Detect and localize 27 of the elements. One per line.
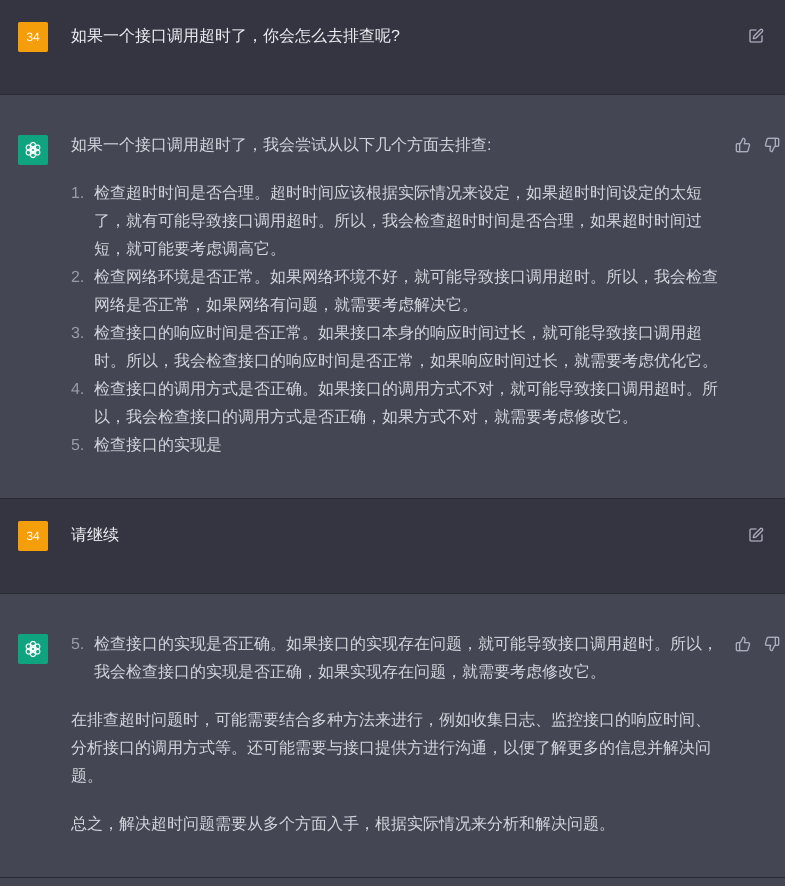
answer-paragraph: 总之，解决超时问题需要从多个方面入手，根据实际情况来分析和解决问题。 (71, 814, 616, 835)
thumbs-down-icon[interactable] (764, 137, 780, 153)
list-number: 5. (71, 436, 86, 456)
edit-icon[interactable] (748, 28, 764, 44)
answer-paragraph: 在排查超时问题时，可能需要结合多种方法来进行，例如收集日志、监控接口的响应时间、分析接口的调用方式等。还可能需要与接口提供方进行沟通，以便了解更多的信息并解决问题。 (71, 710, 712, 787)
answer-paragraph: 如果一个接口调用超时了，我会尝试从以下几个方面去排查: (71, 136, 492, 156)
thumbs-down-icon[interactable] (764, 636, 780, 652)
question-text: 如果一个接口调用超时了，你会怎么去排查呢? (71, 26, 401, 47)
list-number: 1. (71, 184, 86, 204)
list-number: 3. (71, 324, 86, 344)
thumbs-up-icon[interactable] (735, 137, 751, 153)
user-avatar: 34 (18, 521, 48, 551)
list-number: 5. (71, 635, 86, 655)
list-number: 2. (71, 268, 86, 288)
list-item-text: 检查接口的实现是 (94, 436, 223, 456)
edit-icon[interactable] (748, 527, 764, 543)
thumbs-up-icon[interactable] (735, 636, 751, 652)
list-item-text: 检查网络环境是否正常。如果网络环境不好，就可能导致接口调用超时。所以，我会检查网络是否正常，如果网络有问题，就需要考虑解决它。 (94, 268, 719, 316)
list-item-text: 检查接口的实现是否正确。如果接口的实现存在问题，就可能导致接口调用超时。所以，我会检查接口的实现是否正确，如果实现存在问题，就需要考虑修改它。 (94, 634, 719, 683)
list-item-text: 检查接口的调用方式是否正确。如果接口的调用方式不对，就可能导致接口调用超时。所以，我会检查接口的调用方式是否正确，如果方式不对，就需要考虑修改它。 (94, 380, 719, 428)
question-text: 请继续 (71, 526, 120, 546)
list-item-text: 检查接口的响应时间是否正常。如果接口本身的响应时间过长，就可能导致接口调用超时。所以，我会检查接口的响应时间是否正常，如果响应时间过长，就需要考虑优化它。 (94, 324, 719, 372)
logo-icon (23, 639, 43, 659)
list-item-text: 检查超时时间是否合理。超时时间应该根据实际情况来设定，如果超时时间设定的太短了，就有可能导致接口调用超时。所以，我会检查超时时间是否合理，如果超时时间过短，就可能要考虑调高它。 (94, 184, 703, 260)
list-number: 4. (71, 380, 86, 400)
user-avatar: 34 (18, 22, 48, 52)
logo-icon (23, 140, 43, 160)
